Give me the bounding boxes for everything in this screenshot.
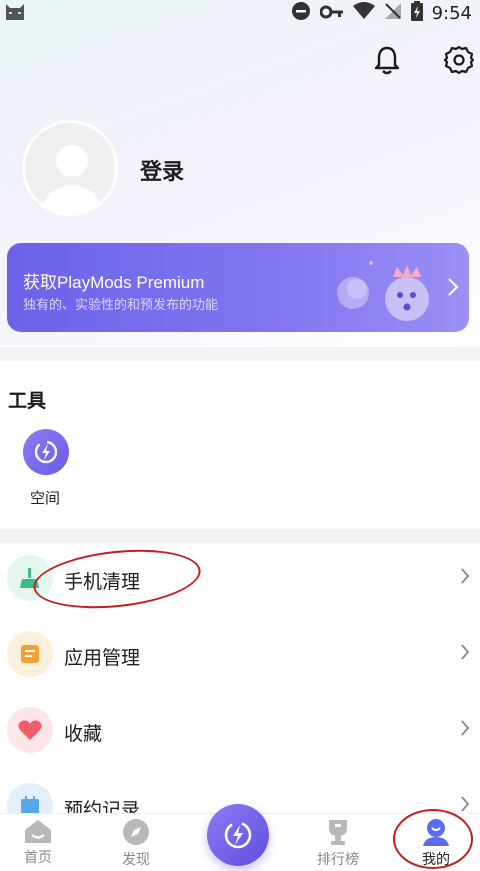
tab-mine[interactable]: 我的	[406, 818, 466, 871]
section-divider	[0, 529, 480, 543]
center-action-button[interactable]	[207, 804, 269, 866]
cat-notification-icon	[4, 2, 26, 26]
chevron-right-icon	[447, 277, 459, 301]
chevron-right-icon	[460, 644, 470, 664]
no-signal-icon	[384, 2, 402, 24]
broom-icon	[7, 555, 53, 601]
lightning-icon	[224, 821, 252, 849]
vpn-key-icon	[319, 4, 344, 23]
premium-title: 获取PlayMods Premium	[23, 273, 205, 292]
premium-subtitle: 独有的、实验性的和预发布的功能	[23, 298, 219, 313]
space-tool-label[interactable]: 空间	[30, 487, 60, 508]
menu-item-label: 应用管理	[64, 647, 141, 669]
premium-mascot-icon	[337, 261, 429, 321]
premium-banner[interactable]: 获取PlayMods Premium 独有的、实验性的和预发布的功能	[7, 243, 469, 332]
clock: 9:54	[431, 2, 472, 24]
notification-bell-icon[interactable]	[369, 42, 405, 78]
tab-rankings[interactable]: 排行榜	[308, 818, 368, 871]
menu-item-favorites[interactable]: 收藏	[0, 698, 480, 774]
chevron-right-icon	[460, 568, 470, 588]
app-manage-icon	[7, 631, 53, 677]
battery-charging-icon	[410, 1, 423, 25]
menu-item-label: 手机清理	[64, 571, 141, 593]
tab-home[interactable]: 首页	[8, 818, 68, 871]
compass-icon	[123, 819, 149, 845]
avatar[interactable]	[22, 120, 118, 216]
tab-label: 排行榜	[317, 852, 359, 868]
tab-discover[interactable]: 发现	[106, 818, 166, 871]
settings-gear-icon[interactable]	[441, 42, 477, 78]
menu-item-app-management[interactable]: 应用管理	[0, 622, 480, 698]
wifi-icon	[352, 2, 375, 24]
menu-item-label: 收藏	[64, 723, 103, 745]
profile-icon	[423, 819, 449, 846]
space-icon[interactable]	[23, 429, 69, 475]
tab-label: 首页	[24, 850, 52, 866]
chevron-right-icon	[460, 720, 470, 740]
home-icon	[25, 820, 51, 843]
menu-item-phone-cleanup[interactable]: 手机清理	[0, 546, 480, 622]
tools-section-title: 工具	[8, 390, 47, 412]
section-divider	[0, 347, 480, 361]
do-not-disturb-icon	[291, 1, 311, 25]
status-bar: 9:54	[0, 0, 480, 26]
login-link[interactable]: 登录	[140, 154, 184, 186]
tab-label: 我的	[422, 852, 450, 868]
trophy-icon	[329, 820, 347, 845]
heart-icon	[7, 707, 53, 753]
tab-label: 发现	[122, 852, 150, 868]
